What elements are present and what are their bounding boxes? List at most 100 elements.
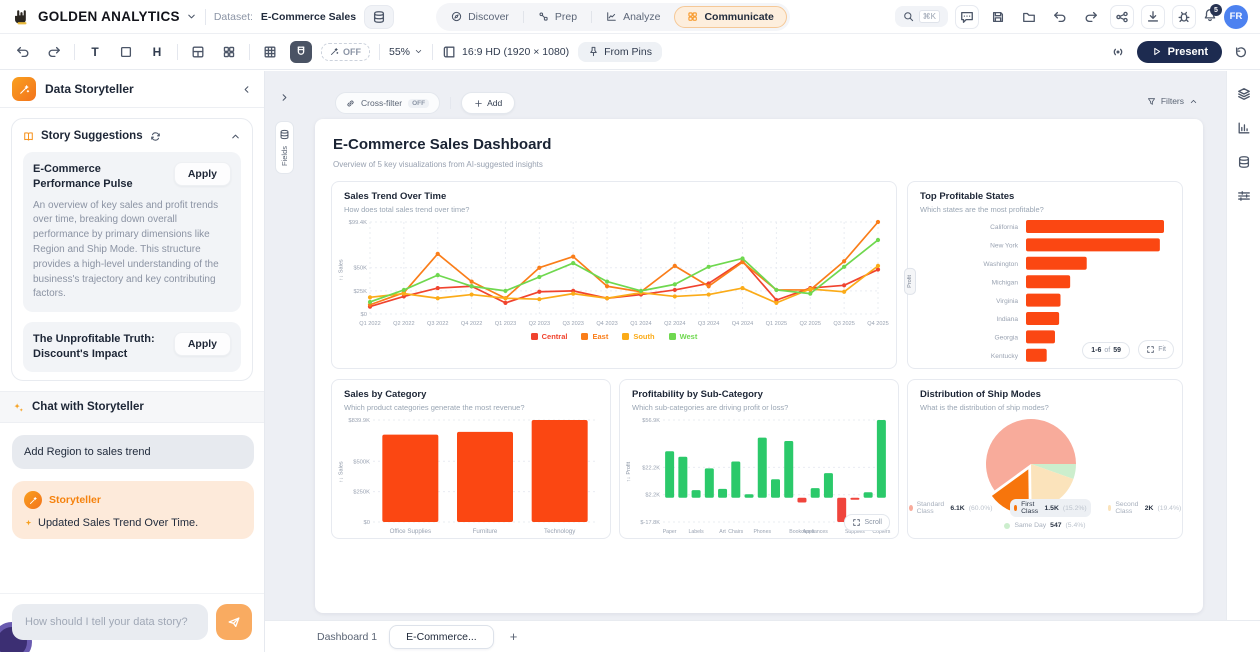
avatar[interactable]: FR	[1224, 5, 1248, 29]
svg-text:Q1 2023: Q1 2023	[495, 321, 516, 327]
suggestion-card[interactable]: The Unprofitable Truth: Discount's Impac…	[23, 322, 241, 372]
sliders-icon[interactable]	[1237, 189, 1251, 203]
tab-analyze[interactable]: Analyze	[594, 7, 672, 27]
svg-text:Q4 2022: Q4 2022	[461, 321, 482, 327]
text-tool-button[interactable]: T	[84, 41, 106, 63]
story-suggestions-panel: Story Suggestions E-Commerce Performance…	[11, 118, 253, 381]
notifications-button[interactable]: 5	[1203, 8, 1217, 25]
chat-input[interactable]	[12, 604, 208, 640]
collapse-suggestions-icon[interactable]	[230, 131, 241, 142]
undo-button[interactable]	[1048, 5, 1072, 29]
present-button[interactable]: Present	[1137, 41, 1222, 63]
layout-rows-button[interactable]	[187, 41, 209, 63]
svg-text:$250K: $250K	[353, 490, 370, 496]
chart-card-profit-by-subcategory[interactable]: Profitability by Sub-Category Which sub-…	[619, 379, 899, 539]
collapse-panel-icon[interactable]	[241, 84, 252, 95]
search-input[interactable]: ⌘K	[895, 6, 948, 27]
chart-card-top-states[interactable]: Top Profitable States Which states are t…	[907, 181, 1183, 369]
chart-card-sales-trend[interactable]: Sales Trend Over Time How does total sal…	[331, 181, 897, 369]
bug-icon	[1177, 10, 1191, 24]
svg-text:Michigan: Michigan	[992, 279, 1019, 286]
legend-item[interactable]: First Class1.5K(15.2%)	[1010, 499, 1091, 517]
share-button[interactable]	[1110, 5, 1134, 29]
svg-text:Technology: Technology	[544, 528, 576, 535]
legend-item[interactable]: Same Day547(5.4%)	[1000, 520, 1089, 531]
tab-communicate[interactable]: Communicate	[674, 6, 786, 28]
legend-item[interactable]: West	[669, 332, 698, 341]
add-tab-button[interactable]: +	[506, 629, 522, 644]
download-button[interactable]	[1141, 5, 1165, 29]
from-pins-button[interactable]: From Pins	[578, 42, 662, 62]
chart-card-sales-by-category[interactable]: Sales by Category Which product categori…	[331, 379, 611, 539]
fields-tab[interactable]: Fields	[275, 121, 294, 174]
database-icon[interactable]	[1237, 155, 1251, 169]
ai-assist-toggle[interactable]: OFF	[321, 43, 370, 61]
svg-text:Q1 2025: Q1 2025	[766, 321, 787, 327]
broadcast-icon[interactable]	[1111, 45, 1125, 59]
legend-item[interactable]: East	[581, 332, 608, 341]
shape-tool-button[interactable]	[115, 41, 137, 63]
save-button[interactable]	[986, 5, 1010, 29]
svg-text:$2.2K: $2.2K	[645, 493, 660, 499]
filters-button[interactable]: Filters	[1147, 96, 1198, 106]
grid-toggle-button[interactable]	[259, 41, 281, 63]
chart-title: Top Profitable States	[920, 191, 1170, 202]
apply-button[interactable]: Apply	[174, 162, 231, 186]
canvas-size-select[interactable]: 16:9 HD (1920 × 1080)	[442, 45, 569, 59]
dashboard-blocks-icon	[687, 11, 698, 22]
divider	[450, 97, 451, 109]
svg-text:Q1 2024: Q1 2024	[630, 321, 651, 327]
divider	[432, 44, 433, 60]
scroll-button[interactable]: Scroll	[844, 514, 890, 531]
axis-handle[interactable]: Profit	[904, 268, 916, 295]
tab-ecommerce[interactable]: E-Commerce...	[389, 625, 494, 649]
tab-dashboard-1[interactable]: Dashboard 1	[317, 631, 377, 643]
redo-canvas-button[interactable]	[43, 41, 65, 63]
layers-icon[interactable]	[1237, 87, 1251, 101]
comments-button[interactable]	[955, 5, 979, 29]
folder-icon	[1022, 10, 1036, 24]
ai-assist-state: OFF	[343, 47, 361, 57]
snap-toggle-button[interactable]	[290, 41, 312, 63]
refresh-icon[interactable]	[150, 131, 161, 142]
legend-item[interactable]: Second Class2K(19.4%)	[1104, 499, 1186, 517]
open-button[interactable]	[1017, 5, 1041, 29]
layout-grid-button[interactable]	[218, 41, 240, 63]
apply-button[interactable]: Apply	[174, 332, 231, 356]
expand-panel-button[interactable]	[274, 87, 294, 107]
legend-item[interactable]: South	[622, 332, 654, 341]
redo-button[interactable]	[1079, 5, 1103, 29]
dashboard-title: E-Commerce Sales Dashboard	[333, 136, 551, 153]
divider	[591, 11, 592, 23]
filters-label: Filters	[1161, 96, 1184, 106]
heading-tool-button[interactable]: H	[146, 41, 168, 63]
suggestion-card[interactable]: E-Commerce Performance Pulse Apply An ov…	[23, 152, 241, 312]
comment-icon	[960, 10, 974, 24]
present-label: Present	[1168, 46, 1208, 58]
zoom-select[interactable]: 55%	[389, 46, 423, 58]
reset-icon[interactable]	[1234, 45, 1248, 59]
chevron-down-icon[interactable]	[186, 11, 197, 22]
dataset-value[interactable]: E-Commerce Sales	[261, 11, 356, 23]
dashboard-canvas[interactable]: Fields Cross-filter OFF Add	[265, 71, 1226, 620]
app-logo[interactable]: GOLDEN ANALYTICS	[12, 7, 197, 27]
legend-item[interactable]: Central	[531, 332, 568, 341]
fit-button[interactable]: Fit	[1138, 340, 1174, 359]
pagination[interactable]: 1-6of59	[1082, 342, 1130, 359]
chart-card-ship-modes[interactable]: Distribution of Ship Modes What is the d…	[907, 379, 1183, 539]
app-title: GOLDEN ANALYTICS	[38, 9, 180, 24]
undo-canvas-button[interactable]	[12, 41, 34, 63]
debug-button[interactable]	[1172, 5, 1196, 29]
dataset-database-button[interactable]	[364, 5, 394, 29]
chart-columns-icon[interactable]	[1237, 121, 1251, 135]
cross-filter-toggle[interactable]: Cross-filter OFF	[335, 92, 440, 114]
add-widget-button[interactable]: Add	[461, 92, 515, 114]
tab-discover[interactable]: Discover	[439, 7, 521, 27]
send-button[interactable]	[216, 604, 252, 640]
chat-with-storyteller-header[interactable]: Chat with Storyteller	[0, 391, 264, 423]
user-message: Add Region to sales trend	[12, 435, 254, 469]
svg-text:$839.9K: $839.9K	[348, 418, 370, 424]
tab-prep[interactable]: Prep	[526, 7, 589, 27]
chevron-up-icon	[1189, 97, 1198, 106]
legend-item[interactable]: Standard Class6.1K(60.0%)	[905, 499, 997, 517]
